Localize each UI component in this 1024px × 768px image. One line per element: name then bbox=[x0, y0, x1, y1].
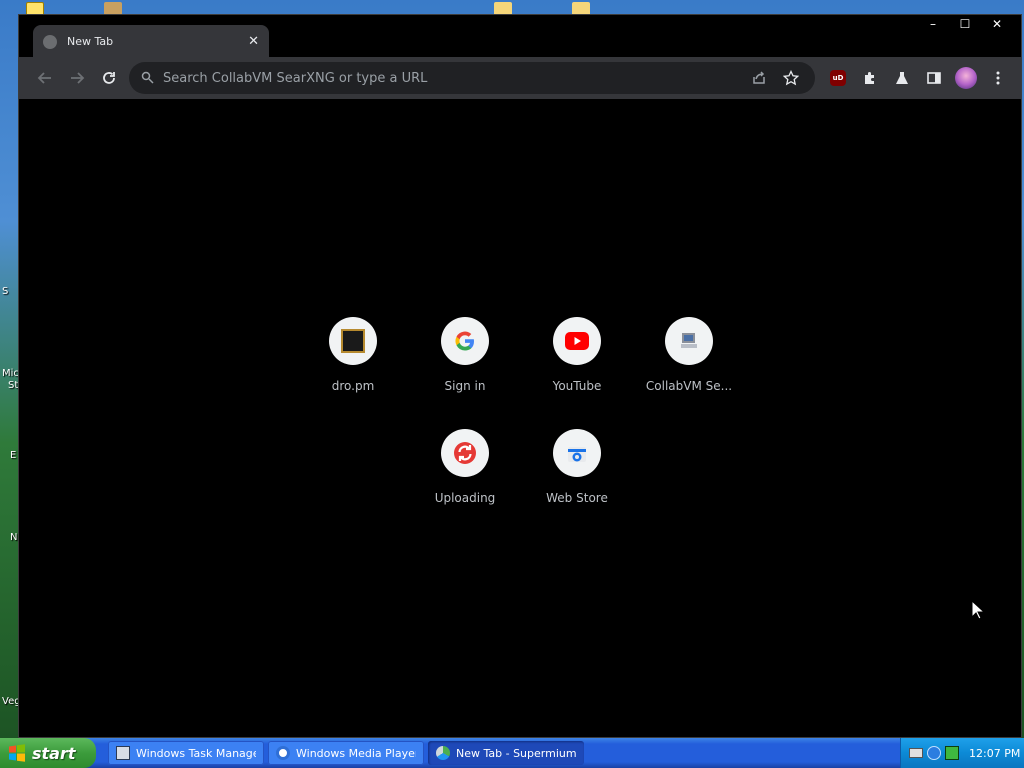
bookmark-button[interactable] bbox=[779, 66, 803, 90]
side-panel-button[interactable] bbox=[918, 62, 950, 94]
shortcut-label: CollabVM Se... bbox=[645, 379, 733, 393]
address-bar-placeholder: Search CollabVM SearXNG or type a URL bbox=[163, 70, 428, 86]
browser-titlebar[interactable]: New Tab ✕ – ☐ ✕ bbox=[19, 15, 1021, 61]
shortcut-tile[interactable]: dro.pm bbox=[297, 317, 409, 429]
ublock-extension-button[interactable]: uD bbox=[822, 62, 854, 94]
minimize-button[interactable]: – bbox=[917, 15, 949, 33]
uploading-icon bbox=[454, 442, 476, 464]
shortcut-label: Web Store bbox=[546, 491, 608, 505]
tray-expand-icon[interactable] bbox=[927, 746, 941, 760]
system-tray: 12:07 PM bbox=[900, 738, 1024, 768]
maximize-button[interactable]: ☐ bbox=[949, 15, 981, 33]
tab-close-button[interactable]: ✕ bbox=[248, 35, 259, 48]
media-player-icon bbox=[276, 746, 290, 760]
collabvm-icon bbox=[681, 333, 697, 348]
shortcut-tile[interactable]: YouTube bbox=[521, 317, 633, 429]
desktop-icon-label: E bbox=[10, 450, 17, 461]
google-icon bbox=[455, 331, 474, 351]
shortcut-label: Uploading bbox=[434, 491, 496, 505]
start-label: start bbox=[32, 743, 76, 763]
taskbar-button-task-manager[interactable]: Windows Task Manager bbox=[108, 741, 264, 765]
mouse-cursor-icon bbox=[971, 600, 985, 620]
profile-button[interactable] bbox=[950, 62, 982, 94]
forward-button[interactable] bbox=[61, 62, 93, 94]
taskbar-button-supermium[interactable]: New Tab - Supermium bbox=[428, 741, 584, 765]
supermium-icon bbox=[436, 746, 450, 760]
youtube-icon bbox=[565, 332, 589, 350]
shortcut-icon-circle bbox=[441, 317, 489, 365]
shortcut-icon-circle bbox=[665, 317, 713, 365]
shortcut-tile[interactable]: Sign in bbox=[409, 317, 521, 429]
tab-title: New Tab bbox=[67, 35, 114, 48]
puzzle-icon bbox=[865, 72, 874, 84]
share-icon bbox=[753, 71, 765, 84]
network-icon[interactable] bbox=[945, 746, 959, 760]
windows-logo-icon bbox=[9, 744, 25, 762]
start-button[interactable]: start bbox=[0, 738, 96, 768]
taskbar: start Windows Task Manager Windows Media… bbox=[0, 738, 1024, 768]
avatar-icon bbox=[955, 67, 977, 89]
taskbar-button-media-player[interactable]: Windows Media Player bbox=[268, 741, 424, 765]
extensions-bar: uD bbox=[822, 62, 1014, 94]
kebab-menu-icon bbox=[996, 71, 1000, 85]
desktop-icon-label: St bbox=[8, 380, 19, 391]
search-engine-icon bbox=[141, 71, 154, 84]
new-tab-page: dro.pm Sign in YouTube CollabVM Se... Up… bbox=[19, 99, 1021, 737]
keyboard-icon[interactable] bbox=[909, 748, 923, 758]
taskbar-button-label: Windows Task Manager bbox=[136, 746, 256, 760]
flask-icon bbox=[896, 72, 908, 84]
close-window-button[interactable]: ✕ bbox=[981, 15, 1013, 33]
taskbar-button-label: Windows Media Player bbox=[296, 746, 416, 760]
browser-toolbar: Search CollabVM SearXNG or type a URL uD bbox=[19, 57, 1021, 99]
shortcut-icon-circle bbox=[553, 429, 601, 477]
dro-pm-favicon bbox=[341, 329, 365, 353]
desktop-icon-label: N bbox=[10, 532, 18, 543]
back-button[interactable] bbox=[29, 62, 61, 94]
shortcut-tile[interactable]: Web Store bbox=[521, 429, 633, 541]
taskbar-button-label: New Tab - Supermium bbox=[456, 746, 576, 760]
address-bar[interactable]: Search CollabVM SearXNG or type a URL bbox=[129, 62, 815, 94]
side-panel-icon bbox=[927, 72, 941, 84]
globe-icon bbox=[43, 34, 57, 49]
back-arrow-icon bbox=[37, 72, 51, 84]
reload-icon bbox=[103, 72, 115, 84]
forward-arrow-icon bbox=[71, 72, 85, 84]
desktop-icon-label: S bbox=[2, 286, 9, 297]
shortcut-icon-circle bbox=[553, 317, 601, 365]
ublock-icon: uD bbox=[830, 70, 846, 86]
share-button[interactable] bbox=[747, 66, 771, 90]
ublock-icon-label: uD bbox=[832, 74, 844, 82]
shortcut-tile[interactable]: CollabVM Se... bbox=[633, 317, 745, 429]
browser-window: New Tab ✕ – ☐ ✕ Search CollabVM SearXNG … bbox=[18, 14, 1022, 738]
clock: 12:07 PM bbox=[969, 746, 1021, 760]
extensions-button[interactable] bbox=[854, 62, 886, 94]
labs-button[interactable] bbox=[886, 62, 918, 94]
star-icon bbox=[783, 70, 799, 86]
shortcut-icon-circle bbox=[441, 429, 489, 477]
shortcut-label: dro.pm bbox=[331, 379, 375, 393]
reload-button[interactable] bbox=[93, 62, 125, 94]
tab-new-tab[interactable]: New Tab ✕ bbox=[33, 25, 269, 58]
task-manager-icon bbox=[116, 746, 130, 760]
shortcut-tile[interactable]: Uploading bbox=[409, 429, 521, 541]
web-store-icon bbox=[568, 447, 586, 462]
shortcut-label: YouTube bbox=[552, 379, 602, 393]
window-controls: – ☐ ✕ bbox=[917, 15, 1013, 33]
shortcut-icon-circle bbox=[329, 317, 377, 365]
shortcut-label: Sign in bbox=[444, 379, 486, 393]
menu-button[interactable] bbox=[982, 62, 1014, 94]
